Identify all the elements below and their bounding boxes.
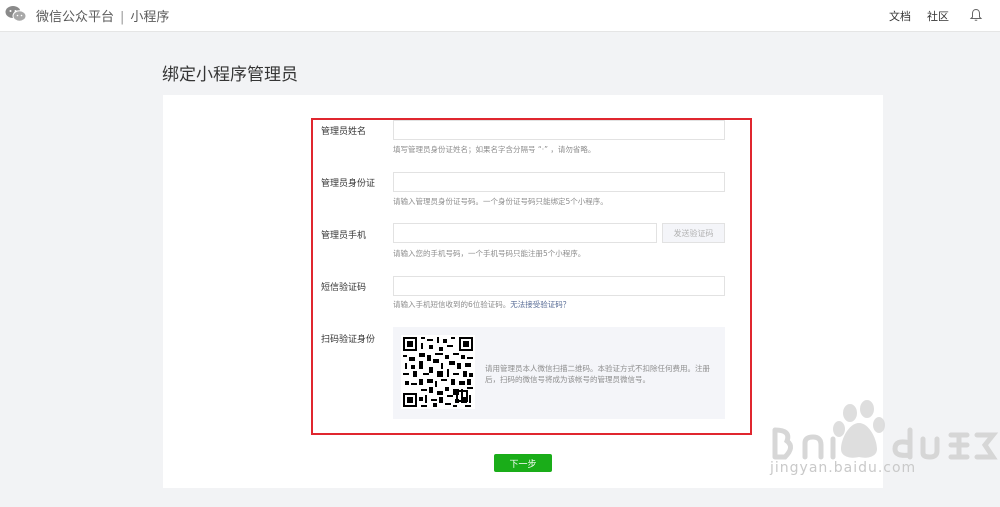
name-input[interactable] xyxy=(393,120,725,140)
breadcrumb: 微信公众平台 | 小程序 xyxy=(36,6,169,25)
watermark-url: jingyan.baidu.com xyxy=(770,460,917,476)
id-card-input[interactable] xyxy=(393,172,725,192)
page-title: 绑定小程序管理员 xyxy=(162,65,298,85)
id-card-hint: 请输入管理员身份证号码。一个身份证号码只能绑定5个小程序。 xyxy=(393,197,608,206)
phone-input[interactable] xyxy=(393,223,657,243)
phone-hint: 请输入您的手机号码，一个手机号码只能注册5个小程序。 xyxy=(393,249,586,258)
wechat-logo-icon[interactable] xyxy=(5,5,27,23)
send-code-button[interactable]: 发送验证码 xyxy=(662,223,725,243)
phone-label: 管理员手机 xyxy=(321,231,367,241)
sms-code-input[interactable] xyxy=(393,276,725,296)
id-card-label: 管理员身份证 xyxy=(321,179,376,189)
qr-description: 请用管理员本人微信扫描二维码。本验证方式不扣除任何费用。注册后，扫码的微信号将成… xyxy=(485,364,710,384)
qr-label: 扫码验证身份 xyxy=(321,335,376,345)
brand-name[interactable]: 微信公众平台 xyxy=(36,10,114,25)
baidu-watermark-logo xyxy=(772,400,999,460)
name-label: 管理员姓名 xyxy=(321,127,367,137)
qr-code-image xyxy=(401,335,475,409)
cannot-receive-code-link[interactable]: 无法接受验证码？ xyxy=(510,300,570,309)
sms-hint-text: 请输入手机短信收到的6位验证码。 xyxy=(393,300,511,309)
nav-community-link[interactable]: 社区 xyxy=(927,8,949,24)
top-bar: 微信公众平台 | 小程序 文档 社区 xyxy=(0,0,1000,32)
sms-label: 短信验证码 xyxy=(321,283,367,293)
bell-icon[interactable] xyxy=(969,8,983,22)
name-hint: 填写管理员身份证姓名；如果名字含分隔号 “·” ，请勿省略。 xyxy=(393,145,596,154)
sms-hint: 请输入手机短信收到的6位验证码。无法接受验证码？ xyxy=(393,299,570,310)
section-name[interactable]: 小程序 xyxy=(130,10,169,25)
breadcrumb-separator: | xyxy=(120,10,125,25)
nav-docs-link[interactable]: 文档 xyxy=(889,8,911,24)
next-step-button[interactable]: 下一步 xyxy=(494,454,552,472)
